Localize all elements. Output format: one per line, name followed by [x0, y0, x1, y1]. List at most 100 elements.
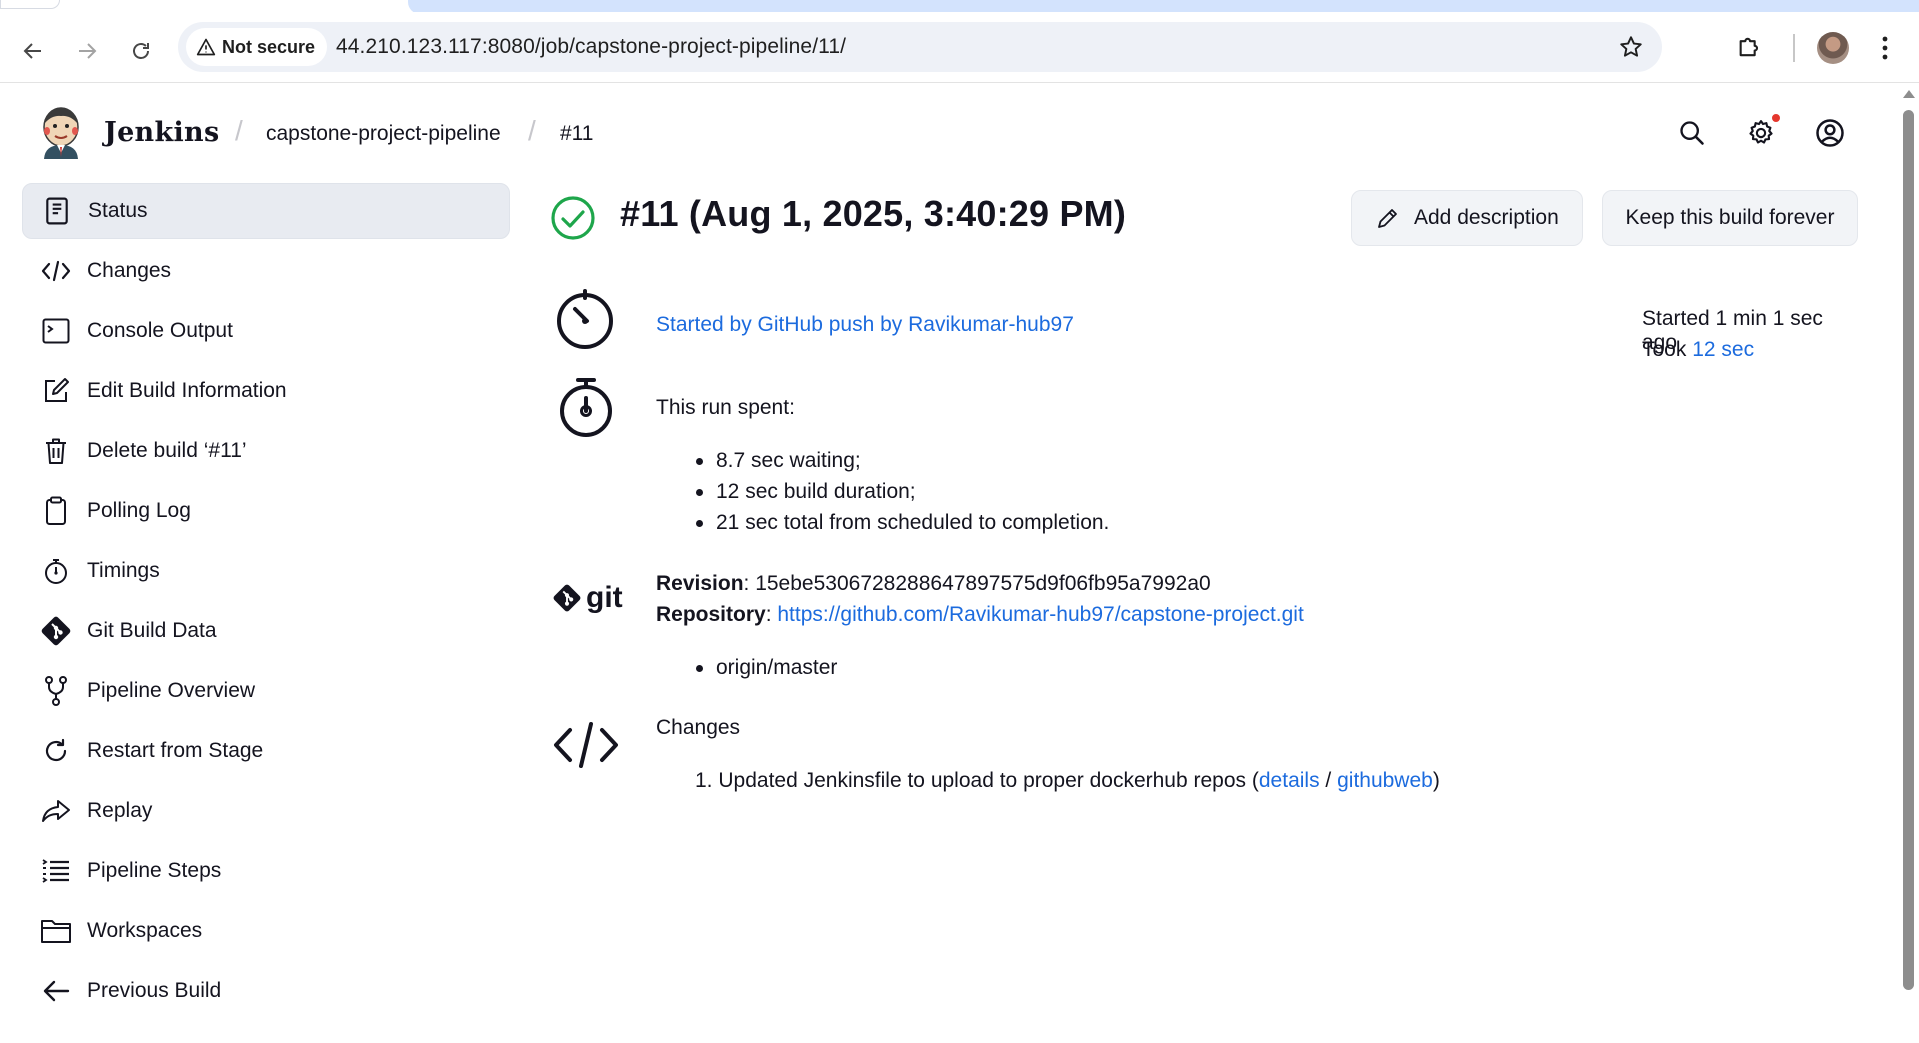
list-item: 8.7 sec waiting; — [695, 445, 1109, 476]
change-number: 1. — [695, 769, 713, 792]
back-button[interactable] — [16, 34, 50, 68]
stopwatch-icon — [40, 555, 72, 587]
scroll-up-arrow[interactable] — [1903, 90, 1915, 98]
changes-label: Changes — [656, 716, 741, 739]
breadcrumb-build[interactable]: #11 — [560, 122, 593, 146]
trash-icon — [40, 435, 72, 467]
scrollbar-thumb[interactable] — [1903, 110, 1914, 990]
sidebar-item-changes[interactable]: Changes — [22, 243, 510, 299]
sidebar-item-timings[interactable]: Timings — [22, 543, 510, 599]
list-item: origin/master — [695, 652, 837, 683]
folder-icon — [40, 915, 72, 947]
changes-list: 1. Updated Jenkinsfile to upload to prop… — [695, 769, 1440, 793]
branch-icon — [40, 675, 72, 707]
add-description-button[interactable]: Add description — [1351, 190, 1583, 246]
sidebar-item-git-build-data[interactable]: Git Build Data — [22, 603, 510, 659]
list-item: 1. Updated Jenkinsfile to upload to prop… — [695, 769, 1440, 792]
code-icon — [552, 721, 620, 769]
clock-icon — [554, 288, 616, 350]
toolbar-divider — [1793, 34, 1795, 62]
sidebar-item-label: Pipeline Overview — [87, 679, 256, 702]
sidebar-item-pipeline-steps[interactable]: Pipeline Steps — [22, 843, 510, 899]
sidebar-item-delete-build[interactable]: Delete build ‘#11’ — [22, 423, 510, 479]
sidebar-item-label: Console Output — [87, 319, 233, 342]
run-spent-label: This run spent: — [656, 396, 795, 419]
breadcrumb-job[interactable]: capstone-project-pipeline — [266, 122, 501, 146]
change-githubweb-link[interactable]: githubweb — [1337, 769, 1433, 792]
replay-icon — [40, 795, 72, 827]
clipboard-icon — [40, 495, 72, 527]
started-by-link[interactable]: Started by GitHub push by Ravikumar-hub9… — [656, 313, 1074, 337]
restart-icon — [40, 735, 72, 767]
add-description-label: Add description — [1414, 206, 1559, 229]
warning-icon — [196, 38, 216, 56]
sidebar: Status Changes Console Output Edit Build… — [22, 183, 510, 1023]
repository-link[interactable]: https://github.com/Ravikumar-hub97/capst… — [777, 603, 1303, 626]
browser-tab[interactable] — [0, 0, 60, 9]
jenkins-header: Jenkins / capstone-project-pipeline / #1… — [0, 83, 1900, 183]
profile-avatar[interactable] — [1817, 32, 1849, 64]
keep-build-forever-label: Keep this build forever — [1625, 206, 1835, 229]
browser-toolbar: Not secure 44.210.123.117:8080/job/capst… — [0, 12, 1919, 83]
browser-menu-icon[interactable] — [1880, 34, 1890, 62]
reload-button[interactable] — [124, 34, 158, 68]
bookmark-star-icon[interactable] — [1618, 34, 1644, 60]
address-bar[interactable]: Not secure 44.210.123.117:8080/job/capst… — [178, 22, 1662, 72]
repository-label: Repository — [656, 603, 766, 626]
edit-icon — [40, 375, 72, 407]
arrow-back-icon — [23, 43, 41, 59]
breadcrumb-separator: / — [235, 115, 243, 146]
sidebar-item-label: Status — [88, 199, 148, 222]
jenkins-brand[interactable]: Jenkins — [104, 117, 219, 148]
code-icon — [40, 255, 72, 287]
extensions-puzzle-icon[interactable] — [1736, 33, 1764, 61]
sidebar-item-label: Replay — [87, 799, 153, 822]
tab-strip — [0, 0, 1919, 14]
git-logo: git — [552, 581, 623, 615]
git-logo-text: git — [586, 581, 623, 614]
sidebar-item-previous-build[interactable]: Previous Build — [22, 963, 510, 1019]
jenkins-logo-icon[interactable] — [39, 105, 83, 159]
security-label: Not secure — [222, 36, 316, 57]
document-icon — [41, 195, 73, 227]
sidebar-item-label: Git Build Data — [87, 619, 217, 642]
search-icon[interactable] — [1674, 115, 1710, 151]
user-account-icon[interactable] — [1812, 115, 1848, 151]
sidebar-item-workspaces[interactable]: Workspaces — [22, 903, 510, 959]
revision-label: Revision — [656, 572, 744, 595]
success-check-icon — [550, 195, 596, 241]
took-label: Took — [1642, 338, 1687, 361]
sidebar-item-label: Changes — [87, 259, 172, 282]
sidebar-item-replay[interactable]: Replay — [22, 783, 510, 839]
keep-build-forever-button[interactable]: Keep this build forever — [1602, 190, 1858, 246]
list-icon — [40, 855, 72, 887]
sidebar-item-label: Previous Build — [87, 979, 222, 1002]
sidebar-item-restart-from-stage[interactable]: Restart from Stage — [22, 723, 510, 779]
sidebar-item-pipeline-overview[interactable]: Pipeline Overview — [22, 663, 510, 719]
sidebar-item-status[interactable]: Status — [22, 183, 510, 239]
took-duration-link[interactable]: 12 sec — [1692, 338, 1754, 361]
sidebar-item-label: Delete build ‘#11’ — [87, 439, 247, 462]
sidebar-item-label: Timings — [87, 559, 160, 582]
sidebar-item-label: Pipeline Steps — [87, 859, 222, 882]
git-icon — [40, 615, 72, 647]
sidebar-item-polling-log[interactable]: Polling Log — [22, 483, 510, 539]
sidebar-item-label: Restart from Stage — [87, 739, 264, 762]
sidebar-item-label: Polling Log — [87, 499, 191, 522]
build-title: #11 (Aug 1, 2025, 3:40:29 PM) — [620, 193, 1127, 234]
list-item: 21 sec total from scheduled to completio… — [695, 507, 1109, 538]
change-details-link[interactable]: details — [1259, 769, 1320, 792]
revision-value: 15ebe5306728288647897575d9f06fb95a7992a0 — [755, 572, 1211, 595]
arrow-left-icon — [40, 975, 72, 1007]
notification-dot — [1772, 114, 1780, 122]
breadcrumb-separator: / — [528, 115, 536, 146]
repository-row: Repository: https://github.com/Ravikumar… — [656, 603, 1304, 626]
reload-icon — [133, 43, 149, 59]
security-chip[interactable]: Not secure — [186, 28, 328, 66]
sidebar-item-console-output[interactable]: Console Output — [22, 303, 510, 359]
branch-list: origin/master — [695, 652, 837, 683]
url-text[interactable]: 44.210.123.117:8080/job/capstone-project… — [336, 35, 846, 59]
run-spent-list: 8.7 sec waiting; 12 sec build duration; … — [695, 445, 1109, 538]
forward-button[interactable] — [70, 34, 104, 68]
sidebar-item-edit-build-information[interactable]: Edit Build Information — [22, 363, 510, 419]
